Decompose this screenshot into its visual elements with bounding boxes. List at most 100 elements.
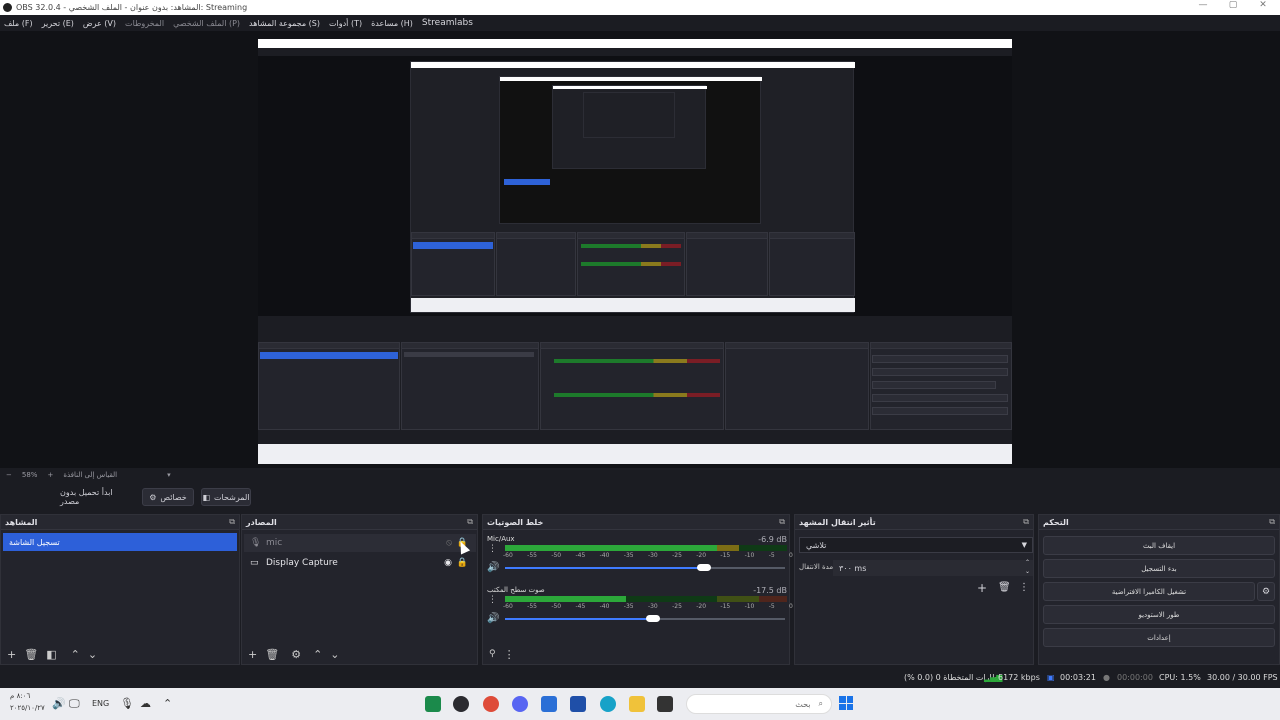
preview-toolbar: − 58% + القياس إلى النافذة ▾ bbox=[0, 468, 1280, 482]
lock-icon[interactable]: 🔒 bbox=[457, 558, 468, 568]
advanced-audio-icon[interactable]: ⚲ bbox=[489, 649, 496, 659]
studio-mode-button[interactable]: طور الاستوديو bbox=[1043, 605, 1275, 624]
clock-time[interactable]: ٨:٠٦ م bbox=[10, 692, 30, 700]
meter-tick-label: -30 bbox=[647, 603, 658, 610]
preview-canvas[interactable] bbox=[258, 39, 1012, 464]
store-icon[interactable] bbox=[570, 696, 586, 712]
undock-icon[interactable]: ⧉ bbox=[1023, 517, 1029, 527]
filters-button[interactable]: ◧ المرشحات bbox=[201, 488, 251, 506]
minimize-button[interactable]: — bbox=[1188, 0, 1218, 10]
source-item-mic[interactable]: 🎙 mic ⦸ 🔒 bbox=[244, 534, 476, 552]
menu-view[interactable]: عرض (V) bbox=[83, 19, 116, 28]
move-up-button[interactable]: ⌃ bbox=[71, 648, 80, 661]
windows-start-icon[interactable] bbox=[839, 696, 853, 710]
channel-menu-icon[interactable]: ⋮ bbox=[488, 595, 497, 605]
obs-taskbar-icon[interactable] bbox=[453, 696, 469, 712]
start-virtual-camera-button[interactable]: تشغيل الكاميرا الافتراضية bbox=[1043, 582, 1255, 601]
nested-preview bbox=[258, 56, 1012, 316]
menu-file[interactable]: ملف (F) bbox=[4, 19, 33, 28]
eye-hidden-icon[interactable]: ⦸ bbox=[446, 538, 452, 548]
maximize-button[interactable]: ▢ bbox=[1218, 0, 1248, 10]
terminal-icon[interactable] bbox=[657, 696, 673, 712]
speaker-icon[interactable]: 🔊 bbox=[487, 613, 499, 624]
eye-icon[interactable]: ◉ bbox=[444, 558, 452, 568]
network-icon[interactable]: 🖵 bbox=[69, 697, 80, 711]
settings-button[interactable]: إعدادات bbox=[1043, 628, 1275, 647]
obs-logo-icon bbox=[3, 3, 12, 12]
nested-scenes-item bbox=[413, 242, 493, 249]
transition-select[interactable]: تلاشي ▼ bbox=[799, 537, 1033, 553]
start-recording-button[interactable]: بدء التسجيل bbox=[1043, 559, 1275, 578]
taskbar-search[interactable]: بحث ⌕ bbox=[686, 694, 832, 714]
mail-icon[interactable] bbox=[541, 696, 557, 712]
duration-input[interactable]: ٣٠٠ ms bbox=[833, 560, 1033, 576]
properties-button[interactable]: ⚙ خصائص bbox=[142, 488, 194, 506]
volume-slider-handle[interactable] bbox=[646, 615, 661, 622]
menu-edit[interactable]: تحرير (E) bbox=[42, 19, 74, 28]
stepper-down-icon[interactable]: ⌄ bbox=[1025, 568, 1030, 575]
remove-transition-button[interactable]: 🗑 bbox=[998, 582, 1011, 593]
notification-icon[interactable]: 🔊 bbox=[52, 697, 66, 710]
menu-profile[interactable]: الملف الشخصي (P) bbox=[173, 19, 240, 28]
remove-source-button[interactable]: 🗑 bbox=[265, 648, 279, 661]
cloud-icon[interactable]: ☁ bbox=[140, 697, 151, 710]
nested-ctrl-btn-4 bbox=[872, 394, 1008, 402]
source-properties-button[interactable]: ⚙ bbox=[291, 648, 301, 661]
chrome-icon[interactable] bbox=[483, 696, 499, 712]
remove-scene-button[interactable]: 🗑 bbox=[24, 648, 38, 661]
nested-taskbar-l1 bbox=[258, 444, 1012, 464]
language-indicator[interactable]: ENG bbox=[92, 699, 109, 708]
mixer-menu-icon[interactable]: ⋮ bbox=[504, 648, 515, 661]
chevron-up-icon[interactable]: ⌃ bbox=[163, 697, 172, 710]
menu-tools[interactable]: أدوات (T) bbox=[329, 19, 362, 28]
menu-docks[interactable]: المخروطات bbox=[125, 19, 164, 28]
source-item-display-capture[interactable]: ▭ Display Capture ◉ 🔒 bbox=[244, 554, 476, 572]
undock-icon[interactable]: ⧉ bbox=[779, 517, 785, 527]
channel-db: -6.9 dB bbox=[758, 535, 787, 544]
stop-streaming-button[interactable]: ايقاف البث bbox=[1043, 536, 1275, 555]
virtual-camera-settings-gear-icon[interactable]: ⚙ bbox=[1257, 582, 1275, 601]
discord-icon[interactable] bbox=[512, 696, 528, 712]
volume-slider-handle[interactable] bbox=[696, 564, 711, 571]
edge-icon[interactable] bbox=[600, 696, 616, 712]
add-source-button[interactable]: + bbox=[248, 648, 257, 661]
menu-streamlabs[interactable]: Streamlabs bbox=[422, 18, 473, 28]
mic-tray-icon[interactable]: 🎙 bbox=[120, 697, 134, 710]
undock-icon[interactable]: ⧉ bbox=[467, 517, 473, 527]
app-icon-green[interactable] bbox=[425, 696, 441, 712]
clock-date[interactable]: ٢٠٢٥/١٠/٢٧ bbox=[10, 704, 45, 712]
transition-menu-icon[interactable]: ⋮ bbox=[1019, 582, 1029, 593]
meter-tick-label: -55 bbox=[527, 603, 537, 610]
scene-item[interactable]: تسجيل الشاشة bbox=[3, 533, 237, 551]
nested-preview-level5 bbox=[583, 92, 675, 138]
stepper-up-icon[interactable]: ⌃ bbox=[1025, 559, 1030, 566]
meter-tick-label: -20 bbox=[696, 603, 707, 610]
volume-slider[interactable] bbox=[505, 615, 785, 622]
zoom-out-button[interactable]: − bbox=[6, 471, 12, 479]
menu-help[interactable]: مساعدة (H) bbox=[371, 19, 413, 28]
meter-tick-label: -40 bbox=[599, 603, 610, 610]
nested-scene-item-l1 bbox=[260, 352, 398, 359]
channel-name: Mic/Aux bbox=[487, 535, 515, 543]
file-explorer-icon[interactable] bbox=[629, 696, 645, 712]
add-transition-button[interactable]: + bbox=[977, 581, 987, 595]
channel-menu-icon[interactable]: ⋮ bbox=[488, 544, 497, 554]
volume-meter bbox=[505, 596, 787, 602]
chevron-down-icon[interactable]: ▾ bbox=[167, 471, 171, 479]
scale-label[interactable]: القياس إلى النافذة bbox=[63, 471, 117, 479]
speaker-icon[interactable]: 🔊 bbox=[487, 562, 499, 573]
close-button[interactable]: ✕ bbox=[1248, 0, 1278, 10]
preview-area[interactable] bbox=[0, 31, 1280, 468]
undock-icon[interactable]: ⧉ bbox=[1269, 517, 1275, 527]
move-down-button[interactable]: ⌄ bbox=[88, 648, 97, 661]
meter-tick-label: -45 bbox=[575, 603, 586, 610]
scene-filters-button[interactable]: ◧ bbox=[46, 648, 56, 661]
menu-scene-collection[interactable]: مجموعة المشاهد (S) bbox=[249, 19, 320, 28]
volume-slider[interactable] bbox=[505, 564, 785, 571]
move-down-button[interactable]: ⌄ bbox=[330, 648, 339, 661]
undock-icon[interactable]: ⧉ bbox=[229, 517, 235, 527]
zoom-in-button[interactable]: + bbox=[47, 471, 53, 479]
nested-menu-bar bbox=[258, 48, 1012, 56]
move-up-button[interactable]: ⌃ bbox=[313, 648, 322, 661]
add-scene-button[interactable]: + bbox=[7, 648, 16, 661]
